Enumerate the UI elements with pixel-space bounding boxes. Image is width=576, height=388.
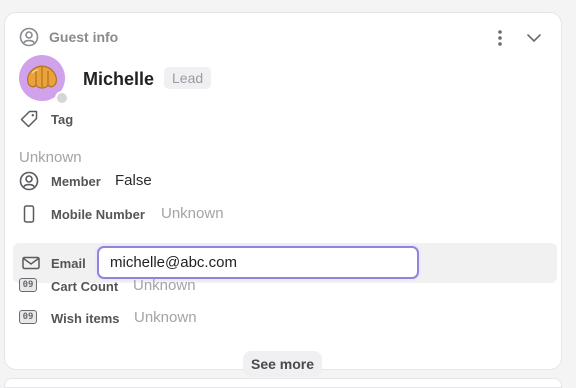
mobile-value[interactable]: Unknown bbox=[161, 205, 224, 222]
wish-items-label: Wish items bbox=[51, 311, 120, 326]
user-circle-icon bbox=[19, 27, 39, 47]
mobile-row: Mobile Number Unknown bbox=[19, 202, 547, 226]
tag-icon bbox=[19, 109, 39, 129]
tag-row: Tag bbox=[19, 107, 547, 131]
guest-name: Michelle bbox=[83, 69, 155, 89]
see-more-button[interactable]: See more bbox=[243, 351, 323, 377]
mail-icon bbox=[21, 253, 41, 273]
cart-count-value[interactable]: Unknown bbox=[133, 277, 196, 294]
more-vertical-icon[interactable] bbox=[493, 29, 507, 47]
email-label: Email bbox=[51, 256, 86, 271]
profile-section: Michelle Lead bbox=[19, 55, 547, 105]
tag-label: Tag bbox=[51, 112, 74, 127]
presence-indicator bbox=[55, 91, 69, 105]
number-icon: 09 bbox=[19, 310, 37, 324]
number-icon: 09 bbox=[19, 278, 37, 292]
wish-items-value[interactable]: Unknown bbox=[134, 309, 197, 326]
tag-value[interactable]: Unknown bbox=[19, 149, 82, 166]
croissant-icon bbox=[27, 65, 57, 89]
avatar[interactable] bbox=[19, 55, 69, 105]
guest-info-card: Guest info Michelle Lead Tag Unknown Mem… bbox=[4, 12, 562, 377]
cart-count-label: Cart Count bbox=[51, 279, 119, 294]
cart-count-row: 09 Cart Count Unknown bbox=[19, 274, 547, 298]
card-title: Guest info bbox=[49, 29, 119, 45]
chevron-down-icon[interactable] bbox=[525, 29, 543, 47]
member-value[interactable]: False bbox=[115, 172, 152, 189]
smartphone-icon bbox=[19, 204, 39, 224]
status-badge: Lead bbox=[164, 67, 212, 89]
member-label: Member bbox=[51, 174, 101, 189]
user-circle-icon bbox=[19, 171, 39, 191]
next-card-edge bbox=[4, 378, 562, 388]
member-row: Member False bbox=[19, 169, 547, 193]
wish-items-row: 09 Wish items Unknown bbox=[19, 306, 547, 330]
mobile-label: Mobile Number bbox=[51, 207, 145, 222]
card-header: Guest info bbox=[19, 27, 547, 49]
